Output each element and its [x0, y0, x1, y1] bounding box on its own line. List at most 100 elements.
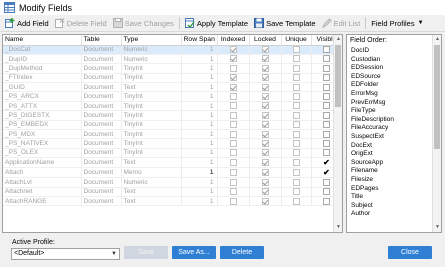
cell-type[interactable]: TinyInt	[121, 129, 182, 140]
column-header-row-span[interactable]: Row Span	[181, 35, 218, 46]
cell-type[interactable]: Text	[121, 196, 182, 207]
cell-table[interactable]: Document	[81, 129, 122, 140]
visible-check-icon[interactable]: ✔	[323, 158, 330, 167]
cell-name[interactable]: _PS_ATTX	[3, 101, 82, 112]
locked-checkbox[interactable]	[261, 197, 269, 205]
indexed-checkbox[interactable]	[229, 55, 237, 63]
cell-table[interactable]: Document	[81, 45, 122, 55]
cell-row-span[interactable]: 1	[181, 110, 218, 121]
cell-row-span[interactable]: 1	[181, 157, 218, 169]
cell-row-span[interactable]: 1	[181, 91, 218, 102]
field-order-item[interactable]: Custodian	[351, 56, 394, 65]
indexed-checkbox[interactable]	[229, 83, 237, 91]
table-row[interactable]: AttachLvl Document Numeric 1	[3, 177, 342, 188]
table-row[interactable]: _GUID Document Text 1	[3, 82, 342, 93]
field-order-item[interactable]: Filesize	[351, 176, 394, 185]
cell-type[interactable]: TinyInt	[121, 63, 182, 74]
field-order-list[interactable]: DocID Custodian EDSession EDSource EDFolder E…	[351, 47, 394, 219]
table-row[interactable]: _PS_MDX Document TinyInt 1	[3, 129, 342, 140]
cell-row-span[interactable]: 1	[181, 129, 218, 140]
cell-name[interactable]: _FTIndex	[3, 73, 82, 84]
cell-type[interactable]: TinyInt	[121, 110, 182, 121]
locked-checkbox[interactable]	[261, 130, 269, 138]
table-row[interactable]: Attach Document Memo 1 ✔	[3, 167, 342, 179]
cell-name[interactable]: _PS_DIGESTX	[3, 110, 82, 121]
visible-checkbox[interactable]	[323, 64, 330, 72]
apply-template-button[interactable]: Apply Template	[182, 16, 251, 31]
visible-checkbox[interactable]	[323, 102, 330, 110]
table-row[interactable]: Attachnet Document Text 1	[3, 187, 342, 197]
cell-table[interactable]: Document	[81, 120, 122, 131]
unique-checkbox[interactable]	[292, 139, 300, 147]
table-row[interactable]: _PS_NATIVEX Document TinyInt 1	[3, 138, 342, 149]
cell-row-span[interactable]: 1	[181, 63, 218, 74]
field-order-item[interactable]: ErrorMsg	[351, 90, 394, 99]
cell-type[interactable]: TinyInt	[121, 148, 182, 159]
cell-indexed[interactable]	[217, 196, 250, 207]
cell-indexed[interactable]	[217, 54, 250, 65]
cell-locked[interactable]	[249, 91, 282, 102]
cell-unique[interactable]	[281, 157, 312, 169]
table-row[interactable]: _DupID Document Numeric 1	[3, 54, 342, 65]
save-template-button[interactable]: Save Template	[251, 16, 318, 31]
cell-table[interactable]: Document	[81, 91, 122, 102]
cell-name[interactable]: _DupMethod	[3, 63, 82, 74]
visible-checkbox[interactable]	[323, 188, 330, 196]
cell-name[interactable]: _DocCat	[3, 45, 82, 55]
cell-row-span[interactable]: 1	[181, 45, 218, 55]
locked-checkbox[interactable]	[261, 83, 269, 91]
cell-indexed[interactable]	[217, 73, 250, 84]
unique-checkbox[interactable]	[292, 169, 300, 177]
indexed-checkbox[interactable]	[229, 121, 237, 129]
cell-indexed[interactable]	[217, 148, 250, 159]
field-profiles-dropdown[interactable]: Field Profiles ▼	[368, 16, 426, 31]
cell-type[interactable]: Numeric	[121, 54, 182, 65]
visible-checkbox[interactable]	[323, 178, 330, 186]
add-field-button[interactable]: Add Field	[2, 16, 52, 31]
field-order-item[interactable]: FileDescription	[351, 116, 394, 125]
field-order-item[interactable]: Author	[351, 210, 394, 219]
cell-indexed[interactable]	[217, 82, 250, 93]
visible-checkbox[interactable]	[323, 74, 330, 82]
cell-type[interactable]: Numeric	[121, 177, 182, 188]
indexed-checkbox[interactable]	[229, 46, 237, 54]
indexed-checkbox[interactable]	[229, 93, 237, 101]
cell-indexed[interactable]	[217, 129, 250, 140]
field-order-item[interactable]: Filename	[351, 167, 394, 176]
cell-table[interactable]: Document	[81, 157, 122, 169]
cell-unique[interactable]	[281, 187, 312, 197]
unique-checkbox[interactable]	[292, 83, 300, 91]
cell-name[interactable]: AttachLvl	[3, 177, 82, 188]
field-order-item[interactable]: FileAccuracy	[351, 124, 394, 133]
cell-type[interactable]: Memo	[121, 167, 182, 179]
cell-indexed[interactable]	[217, 187, 250, 197]
field-order-item[interactable]: FileType	[351, 107, 394, 116]
cell-locked[interactable]	[249, 63, 282, 74]
cell-row-span[interactable]: 1	[181, 138, 218, 149]
scroll-down-arrow-icon[interactable]: ▼	[433, 223, 441, 232]
cell-unique[interactable]	[281, 167, 312, 179]
field-order-item[interactable]: Subject	[351, 202, 394, 211]
unique-checkbox[interactable]	[292, 130, 300, 138]
cell-type[interactable]: TinyInt	[121, 73, 182, 84]
cell-type[interactable]: Text	[121, 187, 182, 197]
field-order-item[interactable]: EDPages	[351, 185, 394, 194]
cell-table[interactable]: Document	[81, 101, 122, 112]
field-order-item[interactable]: Title	[351, 193, 394, 202]
locked-checkbox[interactable]	[261, 139, 269, 147]
visible-check-icon[interactable]: ✔	[323, 168, 330, 177]
cell-unique[interactable]	[281, 129, 312, 140]
locked-checkbox[interactable]	[261, 178, 269, 186]
locked-checkbox[interactable]	[261, 188, 269, 196]
field-order-item[interactable]: SuspectExt	[351, 133, 394, 142]
cell-unique[interactable]	[281, 148, 312, 159]
indexed-checkbox[interactable]	[229, 64, 237, 72]
cell-indexed[interactable]	[217, 167, 250, 179]
indexed-checkbox[interactable]	[229, 130, 237, 138]
save-changes-button[interactable]: Save Changes	[110, 16, 177, 31]
cell-table[interactable]: Document	[81, 177, 122, 188]
locked-checkbox[interactable]	[261, 74, 269, 82]
locked-checkbox[interactable]	[261, 93, 269, 101]
unique-checkbox[interactable]	[292, 188, 300, 196]
indexed-checkbox[interactable]	[229, 102, 237, 110]
